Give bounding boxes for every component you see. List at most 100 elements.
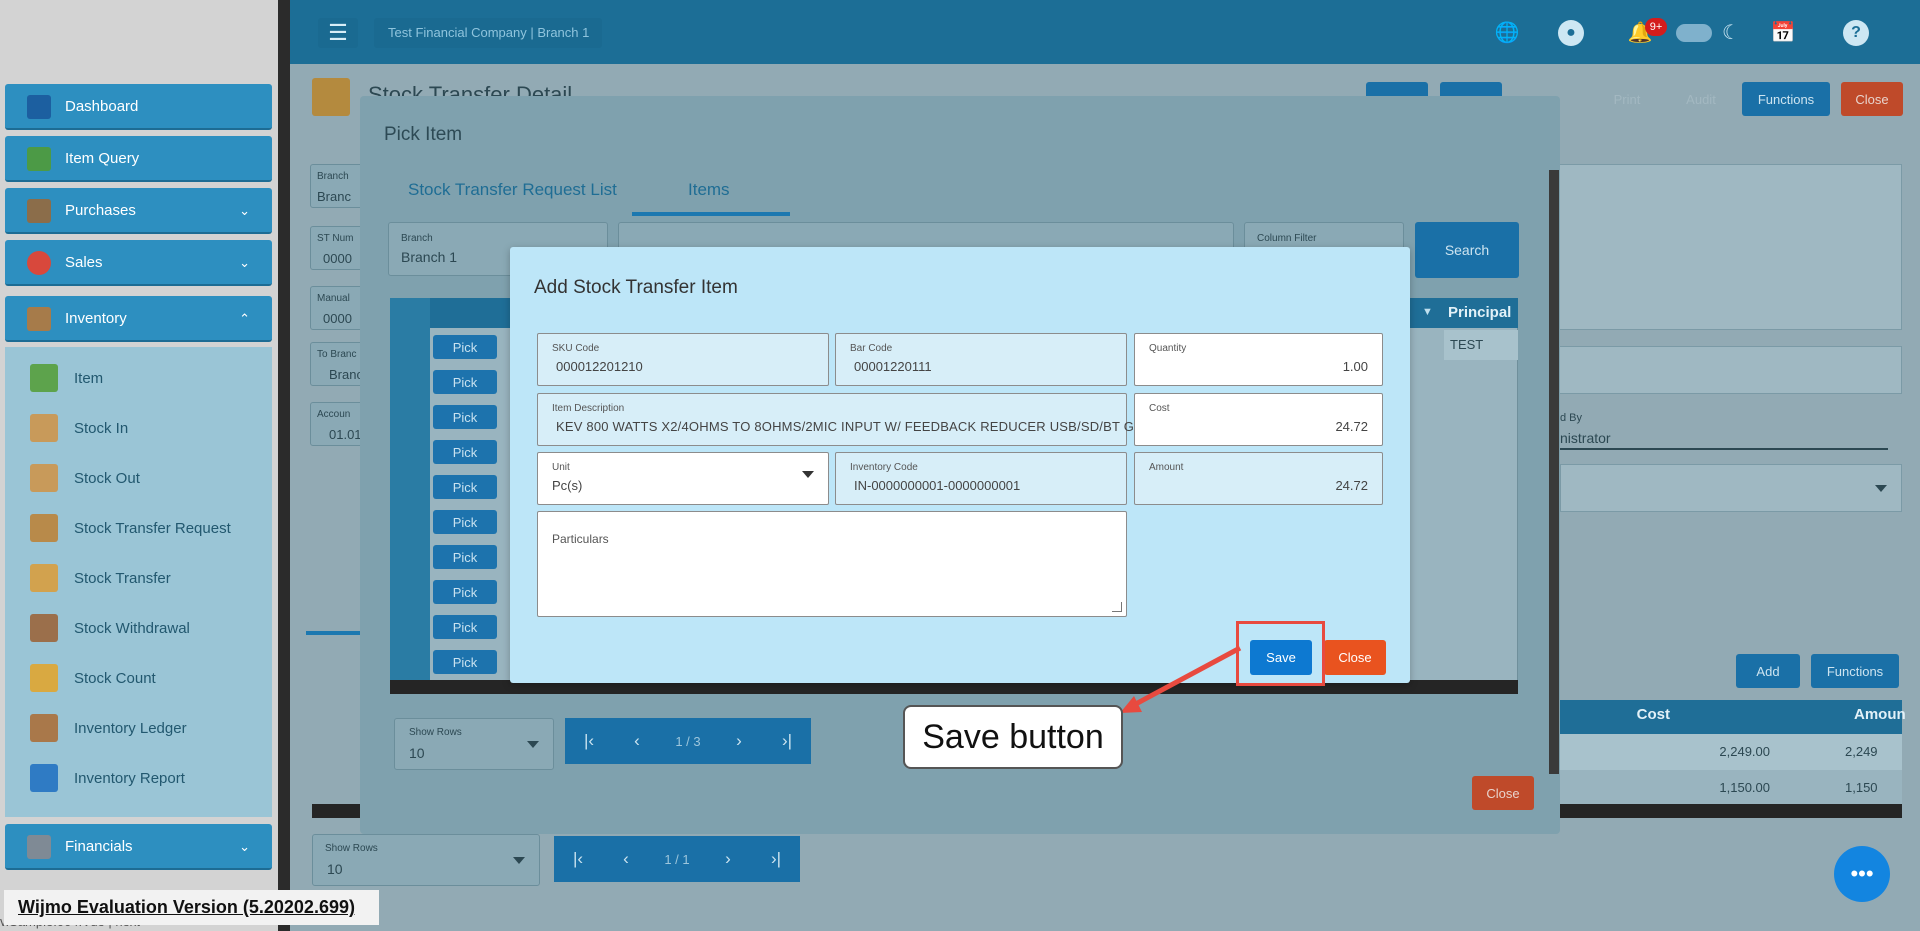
quantity-field[interactable]: Quantity 1.00 xyxy=(1134,333,1383,386)
sidebar-item-purchases[interactable]: Purchases ⌄ xyxy=(5,188,272,234)
audit-button[interactable]: Audit xyxy=(1670,82,1732,116)
resize-handle-icon[interactable] xyxy=(1112,602,1122,612)
pick-button[interactable]: Pick xyxy=(433,440,497,464)
functions-button[interactable]: Functions xyxy=(1742,82,1830,116)
sidebar-item-financials[interactable]: Financials ⌄ xyxy=(5,824,272,870)
pick-button[interactable]: Pick xyxy=(433,335,497,359)
callout-arrow-icon xyxy=(1120,645,1242,713)
company-selector[interactable]: Test Financial Company | Branch 1 xyxy=(374,18,602,48)
submenu-item-stock-withdrawal[interactable]: Stock Withdrawal xyxy=(30,608,190,648)
trolley-icon xyxy=(30,514,58,542)
financials-icon xyxy=(27,835,51,859)
bar-code-field[interactable]: Bar Code 00001220111 xyxy=(835,333,1127,386)
tab-items[interactable]: Items xyxy=(688,180,730,200)
submenu-item-item[interactable]: Item xyxy=(30,358,103,398)
pick-button[interactable]: Pick xyxy=(433,370,497,394)
first-page-icon[interactable]: |‹ xyxy=(554,836,602,882)
submenu-item-stock-count[interactable]: Stock Count xyxy=(30,658,156,698)
sidebar-item-label: Dashboard xyxy=(65,97,139,115)
theme-toggle[interactable] xyxy=(1676,24,1712,42)
moon-icon: ☾ xyxy=(1722,22,1740,44)
cost-field[interactable]: Cost 24.72 xyxy=(1134,393,1383,446)
info-panel xyxy=(1548,346,1902,394)
submenu-item-stock-in[interactable]: Stock In xyxy=(30,408,128,448)
submenu-item-stock-transfer-request[interactable]: Stock Transfer Request xyxy=(30,508,231,548)
tab-stock-transfer-request-list[interactable]: Stock Transfer Request List xyxy=(408,180,617,200)
prev-page-icon[interactable]: ‹ xyxy=(602,836,650,882)
sidebar-item-dashboard[interactable]: Dashboard xyxy=(5,84,272,130)
sidebar-item-sales[interactable]: Sales ⌄ xyxy=(5,240,272,286)
page-indicator: 1 / 3 xyxy=(661,718,715,764)
next-page-icon[interactable]: › xyxy=(715,718,763,764)
sidebar-item-label: Purchases xyxy=(65,201,136,219)
calendar-icon[interactable]: 📅 xyxy=(1770,20,1796,46)
menu-toggle-icon[interactable]: ☰ xyxy=(318,18,358,48)
remarks-area[interactable] xyxy=(1548,164,1902,330)
inventory-code-field[interactable]: Inventory Code IN-0000000001-0000000001 xyxy=(835,452,1127,505)
pick-item-title: Pick Item xyxy=(384,124,463,145)
ledger-icon xyxy=(30,714,58,742)
amount-field[interactable]: Amount 24.72 xyxy=(1134,452,1383,505)
purchases-icon xyxy=(27,199,51,223)
pick-button[interactable]: Pick xyxy=(433,475,497,499)
inventory-icon xyxy=(27,307,51,331)
notification-badge: 9+ xyxy=(1645,18,1667,36)
item-description-field[interactable]: Item Description KEV 800 WATTS X2/4OHMS … xyxy=(537,393,1150,446)
more-options-icon[interactable]: ••• xyxy=(1834,846,1890,902)
submenu-item-stock-transfer[interactable]: Stock Transfer xyxy=(30,558,171,598)
help-icon[interactable]: ? xyxy=(1843,20,1869,46)
first-page-icon[interactable]: |‹ xyxy=(565,718,613,764)
unit-select[interactable]: Unit Pc(s) xyxy=(537,452,829,505)
sidebar-item-label: Sales xyxy=(65,253,103,271)
principal-column-header[interactable]: Principal xyxy=(1444,298,1518,328)
active-tab-indicator xyxy=(632,212,790,216)
next-page-icon[interactable]: › xyxy=(704,836,752,882)
dashboard-icon xyxy=(27,95,51,119)
prev-page-icon[interactable]: ‹ xyxy=(613,718,661,764)
chevron-down-icon xyxy=(527,741,539,748)
globe-icon[interactable]: 🌐 xyxy=(1494,20,1520,46)
wijmo-watermark[interactable]: Wijmo Evaluation Version (5.20202.699) xyxy=(4,890,379,925)
search-button[interactable]: Search xyxy=(1415,222,1519,278)
user-icon[interactable]: ● xyxy=(1558,20,1584,46)
status-select[interactable] xyxy=(1560,464,1902,512)
filter-icon[interactable]: ▼ xyxy=(1422,306,1433,318)
sidebar-item-item-query[interactable]: Item Query xyxy=(5,136,272,182)
dialog-title: Add Stock Transfer Item xyxy=(534,277,738,298)
print-button[interactable]: Print xyxy=(1596,82,1658,116)
lines-show-rows-select[interactable]: Show Rows 10 xyxy=(312,834,540,886)
box-in-icon xyxy=(30,414,58,442)
pick-button[interactable]: Pick xyxy=(433,615,497,639)
sidebar-item-inventory[interactable]: Inventory ⌃ xyxy=(5,296,272,342)
chevron-up-icon: ⌃ xyxy=(239,311,250,326)
pick-close-button[interactable]: Close xyxy=(1472,776,1534,810)
chevron-down-icon xyxy=(802,471,814,478)
modal-scrollbar[interactable] xyxy=(1549,170,1559,774)
lines-functions-button[interactable]: Functions xyxy=(1811,654,1899,688)
particulars-textarea[interactable]: Particulars xyxy=(537,511,1127,617)
last-page-icon[interactable]: ›| xyxy=(763,718,811,764)
pick-button[interactable]: Pick xyxy=(433,510,497,534)
show-rows-select[interactable]: Show Rows 10 xyxy=(394,718,554,770)
close-page-button[interactable]: Close xyxy=(1841,82,1903,116)
basket-icon xyxy=(30,364,58,392)
sku-code-field[interactable]: SKU Code 000012201210 xyxy=(537,333,829,386)
sidebar-item-label: Inventory xyxy=(65,309,127,327)
callout-label: Save button xyxy=(903,705,1123,769)
pick-button[interactable]: Pick xyxy=(433,405,497,429)
submenu-item-inventory-report[interactable]: Inventory Report xyxy=(30,758,185,798)
add-line-button[interactable]: Add xyxy=(1736,654,1800,688)
last-page-icon[interactable]: ›| xyxy=(752,836,800,882)
sidebar-item-label: Item Query xyxy=(65,149,140,167)
boxes-icon xyxy=(30,614,58,642)
pick-button[interactable]: Pick xyxy=(433,580,497,604)
submenu-item-inventory-ledger[interactable]: Inventory Ledger xyxy=(30,708,187,748)
pick-button[interactable]: Pick xyxy=(433,650,497,674)
pick-button[interactable]: Pick xyxy=(433,545,497,569)
prepared-by-field[interactable]: d By nistrator xyxy=(1560,412,1888,450)
close-button[interactable]: Close xyxy=(1324,640,1386,675)
sidebar-item-label: Financials xyxy=(65,837,133,855)
basket-icon xyxy=(27,147,51,171)
submenu-item-stock-out[interactable]: Stock Out xyxy=(30,458,140,498)
chevron-down-icon: ⌄ xyxy=(239,203,250,218)
